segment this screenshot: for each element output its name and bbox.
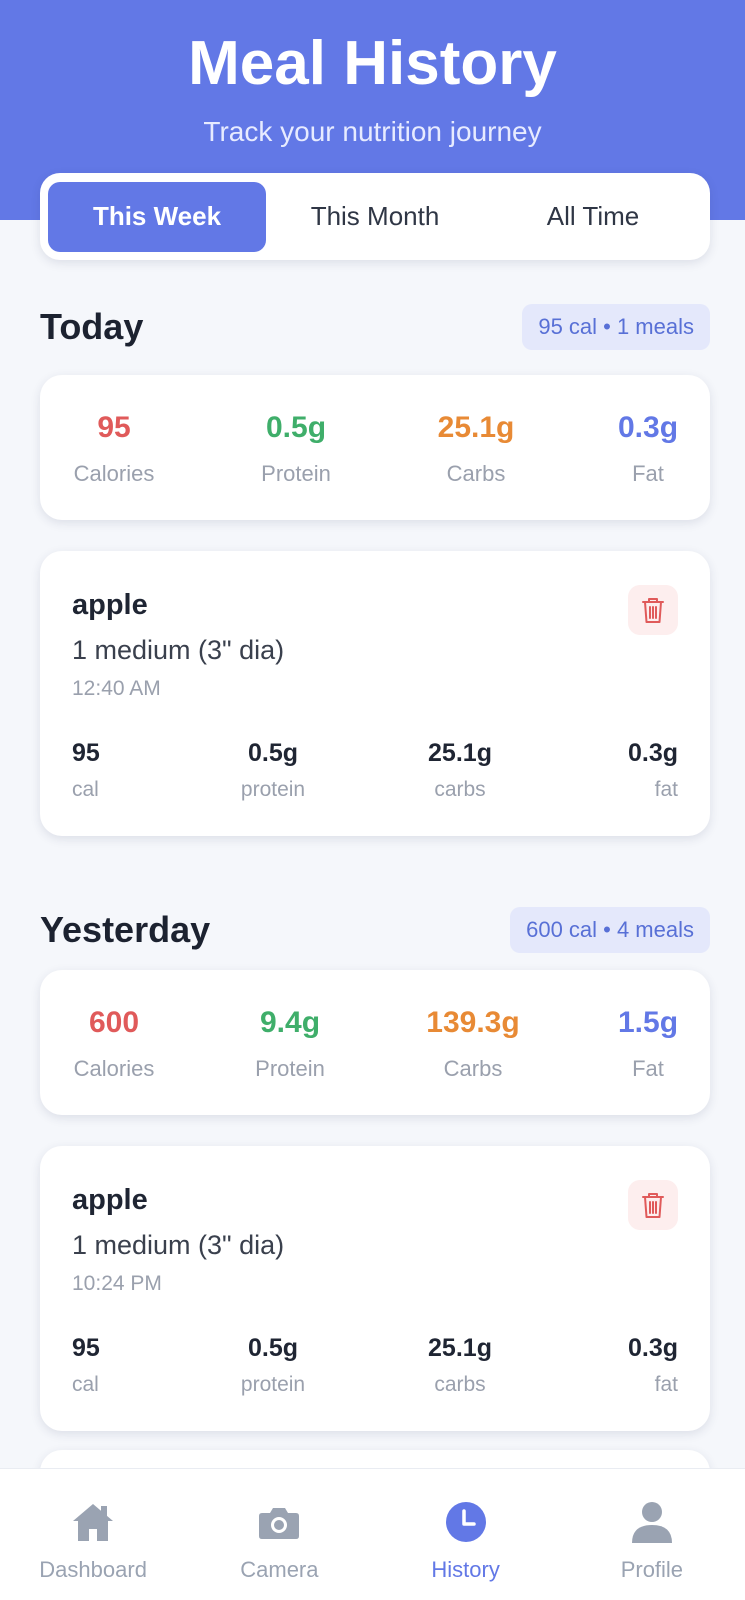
- meal-fat: 0.3g fat: [628, 1334, 678, 1397]
- day-title: Yesterday: [40, 909, 211, 950]
- tab-this-week[interactable]: This Week: [48, 181, 266, 252]
- nav-camera-label: Camera: [240, 1557, 319, 1582]
- meal-time: 10:24 PM: [72, 1272, 162, 1295]
- summary-fat: 0.3g Fat: [568, 411, 728, 487]
- meal-protein: 0.5g protein: [228, 739, 318, 802]
- summary-protein-label: Protein: [255, 1056, 325, 1081]
- bottom-navigation: Dashboard Camera History Profile: [0, 1468, 745, 1600]
- summary-calories: 95 Calories: [34, 411, 194, 487]
- day-section-header: Today 95 cal • 1 meals: [40, 302, 710, 352]
- nav-history-label: History: [431, 1557, 500, 1582]
- meal-card[interactable]: apple 1 medium (3" dia) 10:24 PM 95 cal …: [40, 1146, 710, 1431]
- summary-protein-label: Protein: [261, 461, 331, 486]
- summary-fat-label: Fat: [632, 461, 664, 486]
- meal-calories: 95 cal: [72, 1334, 100, 1397]
- summary-protein-value: 0.5g: [265, 411, 327, 444]
- summary-fat-value: 0.3g: [617, 411, 679, 444]
- summary-protein: 0.5g Protein: [216, 411, 376, 487]
- summary-fat: 1.5g Fat: [568, 1006, 728, 1082]
- nav-history[interactable]: History: [373, 1469, 559, 1600]
- nav-profile-label: Profile: [620, 1557, 684, 1582]
- trash-icon: [642, 1193, 664, 1218]
- summary-calories-label: Calories: [73, 1056, 155, 1081]
- summary-carbs-label: Carbs: [443, 1056, 503, 1081]
- summary-carbs: 139.3g Carbs: [393, 1006, 553, 1082]
- tab-this-month[interactable]: This Month: [266, 182, 484, 252]
- meal-protein-value: 0.5g: [247, 739, 299, 767]
- meal-time: 12:40 AM: [72, 677, 161, 700]
- meal-protein-label: protein: [240, 1373, 306, 1396]
- camera-icon: [256, 1499, 302, 1545]
- trash-icon: [642, 598, 664, 623]
- meal-carbs-value: 25.1g: [428, 1334, 492, 1362]
- summary-calories-value: 95: [97, 411, 131, 444]
- period-tabs: This Week This Month All Time: [40, 173, 710, 260]
- meal-fat-value: 0.3g: [627, 739, 678, 767]
- meal-calories-label: cal: [72, 1373, 99, 1396]
- summary-carbs: 25.1g Carbs: [396, 411, 556, 487]
- meal-calories-label: cal: [72, 778, 99, 801]
- meal-calories: 95 cal: [72, 739, 100, 802]
- meal-portion: 1 medium (3" dia): [72, 635, 285, 665]
- summary-protein-value: 9.4g: [259, 1006, 321, 1039]
- meal-fat-label: fat: [654, 778, 678, 801]
- nav-dashboard[interactable]: Dashboard: [0, 1469, 186, 1600]
- meal-name: apple: [72, 589, 148, 621]
- meal-carbs-label: carbs: [434, 1373, 486, 1396]
- meal-fat-value: 0.3g: [627, 1334, 678, 1362]
- meal-history-screen: Meal History Track your nutrition journe…: [0, 0, 745, 1600]
- home-icon: [70, 1499, 116, 1545]
- user-icon: [629, 1499, 675, 1545]
- nav-dashboard-label: Dashboard: [39, 1557, 147, 1582]
- summary-carbs-label: Carbs: [446, 461, 506, 486]
- page-subtitle: Track your nutrition journey: [203, 116, 542, 147]
- meal-carbs-value: 25.1g: [428, 739, 492, 767]
- meal-fat-label: fat: [654, 1373, 678, 1396]
- delete-meal-button[interactable]: [628, 585, 678, 635]
- summary-fat-value: 1.5g: [617, 1006, 679, 1039]
- meal-carbs: 25.1g carbs: [410, 739, 510, 802]
- nav-profile[interactable]: Profile: [559, 1469, 745, 1600]
- summary-protein: 9.4g Protein: [210, 1006, 370, 1082]
- meal-calories-value: 95: [72, 739, 100, 767]
- meal-calories-value: 95: [72, 1334, 100, 1362]
- meal-carbs: 25.1g carbs: [410, 1334, 510, 1397]
- summary-fat-label: Fat: [632, 1056, 664, 1081]
- day-summary-badge: 95 cal • 1 meals: [522, 304, 710, 350]
- summary-calories-value: 600: [88, 1006, 140, 1039]
- tab-all-time[interactable]: All Time: [484, 182, 702, 252]
- meal-portion: 1 medium (3" dia): [72, 1230, 285, 1260]
- meal-protein-label: protein: [240, 778, 306, 801]
- day-section-header: Yesterday 600 cal • 4 meals: [40, 905, 710, 955]
- day-summary-badge: 600 cal • 4 meals: [510, 907, 710, 953]
- summary-carbs-value: 25.1g: [437, 411, 515, 444]
- clock-icon: [443, 1499, 489, 1545]
- summary-carbs-value: 139.3g: [426, 1006, 520, 1039]
- day-nutrition-summary: 600 Calories 9.4g Protein 139.3g Carbs 1…: [40, 970, 710, 1115]
- meal-protein: 0.5g protein: [228, 1334, 318, 1397]
- nav-camera[interactable]: Camera: [186, 1469, 372, 1600]
- summary-calories-label: Calories: [73, 461, 155, 486]
- meal-name: apple: [72, 1184, 148, 1216]
- meal-card[interactable]: apple 1 medium (3" dia) 12:40 AM 95 cal …: [40, 551, 710, 836]
- day-title: Today: [40, 306, 144, 347]
- meal-carbs-label: carbs: [434, 778, 486, 801]
- day-nutrition-summary: 95 Calories 0.5g Protein 25.1g Carbs 0.3…: [40, 375, 710, 520]
- delete-meal-button[interactable]: [628, 1180, 678, 1230]
- page-title: Meal History: [188, 29, 557, 98]
- meal-fat: 0.3g fat: [628, 739, 678, 802]
- summary-calories: 600 Calories: [34, 1006, 194, 1082]
- meal-protein-value: 0.5g: [247, 1334, 299, 1362]
